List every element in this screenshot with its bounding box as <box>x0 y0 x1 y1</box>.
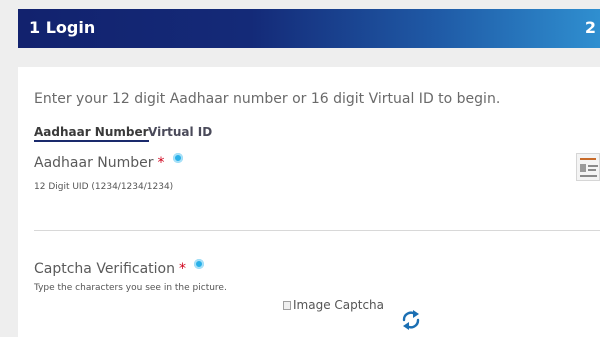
captcha-image-alt: Image Captcha <box>293 298 385 312</box>
login-form-card: Enter your 12 digit Aadhaar number or 16… <box>18 67 600 337</box>
aadhaar-card-icon <box>576 153 600 181</box>
section-divider <box>34 230 600 231</box>
refresh-icon[interactable] <box>400 307 422 333</box>
captcha-label-text: Captcha Verification <box>34 261 175 277</box>
captcha-image: Image Captcha <box>283 298 384 312</box>
required-asterisk: * <box>157 155 165 171</box>
info-icon[interactable] <box>194 259 204 269</box>
info-icon[interactable] <box>172 153 183 163</box>
step-title: 1 Login <box>29 18 96 37</box>
broken-image-icon <box>283 301 291 310</box>
captcha-hint: Type the characters you see in the pictu… <box>34 283 227 293</box>
tab-aadhaar-number[interactable]: Aadhaar Number <box>34 125 149 142</box>
next-step-number[interactable]: 2 <box>585 18 596 37</box>
aadhaar-number-label: Aadhaar Number * <box>34 153 183 171</box>
login-page: 1 Login 2 Enter your 12 digit Aadhaar nu… <box>0 0 600 337</box>
aadhaar-number-label-text: Aadhaar Number <box>34 155 154 171</box>
captcha-label: Captcha Verification * <box>34 259 204 277</box>
tab-virtual-id[interactable]: Virtual ID <box>148 125 212 139</box>
step-header: 1 Login 2 <box>18 9 600 48</box>
aadhaar-number-hint: 12 Digit UID (1234/1234/1234) <box>34 182 174 192</box>
required-asterisk: * <box>179 261 186 277</box>
intro-text: Enter your 12 digit Aadhaar number or 16… <box>34 91 501 107</box>
